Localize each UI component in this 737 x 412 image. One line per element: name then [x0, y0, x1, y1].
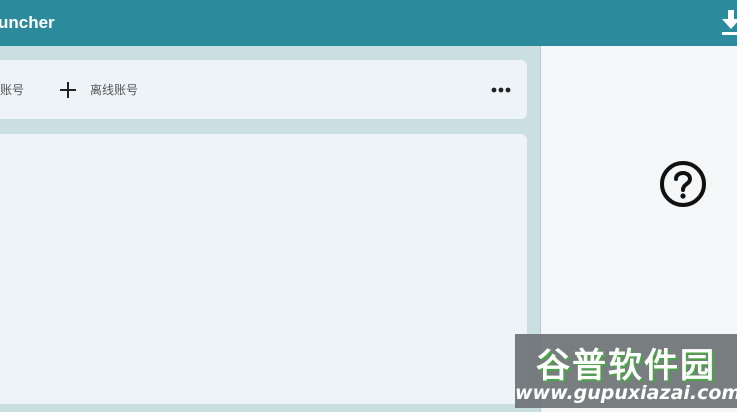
help-circle-icon[interactable] — [658, 159, 708, 209]
account-label: 账号 — [0, 83, 25, 97]
account-toolbar: 账号 离线账号 — [0, 60, 527, 119]
plus-icon — [60, 81, 76, 98]
watermark-url: www.gupuxiazai.com — [515, 382, 737, 404]
title-bar: uncher — [0, 0, 737, 46]
account-list — [0, 134, 527, 404]
app-title: uncher — [0, 13, 55, 32]
watermark: 谷普软件园 www.gupuxiazai.com — [515, 334, 737, 408]
main-content: 账号 离线账号 — [0, 46, 540, 412]
download-icon[interactable] — [722, 8, 737, 38]
add-offline-account-button[interactable]: 离线账号 — [60, 60, 138, 119]
add-offline-account-label: 离线账号 — [90, 83, 139, 97]
watermark-title: 谷普软件园 — [536, 346, 716, 386]
account-tab[interactable]: 账号 — [0, 60, 24, 119]
more-horizontal-icon[interactable] — [488, 82, 514, 98]
